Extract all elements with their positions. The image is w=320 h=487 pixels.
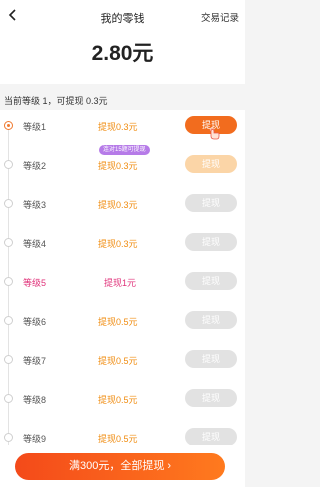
level-amount: 提现1元 [104, 278, 137, 288]
withdraw-button-level-9[interactable]: 提现 [185, 428, 237, 445]
current-level-info: 当前等级 1，可提现 0.3元 [4, 96, 108, 106]
level-name: 等级6 [23, 317, 47, 327]
level-name: 等级5 [23, 278, 47, 288]
transaction-records-link[interactable]: 交易记录 [201, 10, 239, 24]
level-list: 等级1 提现0.3元 提现 等级2 提现0.3元 提现 连对15题可提现 等级3… [0, 110, 245, 445]
header: 我的零钱 交易记录 2.80元 [0, 0, 245, 84]
level-row: 等级8 提现0.5元 提现 [0, 383, 245, 422]
withdraw-button-level-3[interactable]: 提现 [185, 194, 237, 212]
level-amount: 提现0.5元 [98, 395, 138, 405]
level-amount: 提现0.3元 [98, 122, 138, 132]
timeline-dot [4, 238, 13, 247]
level-amount: 提现0.5元 [98, 356, 138, 366]
level-amount: 提现0.5元 [98, 434, 138, 444]
chevron-right-icon: › [167, 460, 172, 472]
level-row: 等级9 提现0.5元 提现 [0, 422, 245, 445]
footer-bar: 满300元，全部提现 › [0, 445, 245, 487]
timeline-dot [4, 199, 13, 208]
timeline-dot [4, 277, 13, 286]
level-row: 等级3 提现0.3元 提现 [0, 188, 245, 227]
level-name: 等级3 [23, 200, 47, 210]
level-name: 等级9 [23, 434, 47, 444]
timeline-dot [4, 316, 13, 325]
withdraw-button-level-4[interactable]: 提现 [185, 233, 237, 251]
level-name: 等级2 [23, 161, 47, 171]
withdraw-all-label: 满300元，全部提现 [68, 460, 165, 472]
timeline-dot [4, 355, 13, 364]
withdraw-button-level-8[interactable]: 提现 [185, 389, 237, 407]
level-name: 等级7 [23, 356, 47, 366]
level-amount: 提现0.5元 [98, 317, 138, 327]
level-amount: 提现0.3元 [98, 161, 138, 171]
level-row: 等级7 提现0.5元 提现 [0, 344, 245, 383]
level-row: 等级1 提现0.3元 提现 [0, 110, 245, 149]
level-name: 等级4 [23, 239, 47, 249]
level-name: 等级8 [23, 395, 47, 405]
timeline-dot [4, 433, 13, 442]
level-row: 等级5 提现1元 提现 [0, 266, 245, 305]
withdraw-button-level-5[interactable]: 提现 [185, 272, 237, 290]
withdraw-button-level-2[interactable]: 提现 [185, 155, 237, 173]
timeline-dot [4, 160, 13, 169]
balance-amount: 2.80元 [91, 42, 154, 65]
withdraw-all-button[interactable]: 满300元，全部提现 › [15, 453, 225, 480]
level-amount: 提现0.3元 [98, 239, 138, 249]
timeline-dot-current [4, 121, 13, 130]
level-row: 等级4 提现0.3元 提现 [0, 227, 245, 266]
timeline-dot [4, 394, 13, 403]
level-amount: 提现0.3元 [98, 200, 138, 210]
withdraw-button-level-6[interactable]: 提现 [185, 311, 237, 329]
level-name: 等级1 [23, 122, 47, 132]
withdraw-button-level-7[interactable]: 提现 [185, 350, 237, 368]
pointing-hand-icon [209, 127, 220, 140]
level-row: 等级6 提现0.5元 提现 [0, 305, 245, 344]
unlock-condition-badge: 连对15题可提现 [99, 145, 150, 155]
